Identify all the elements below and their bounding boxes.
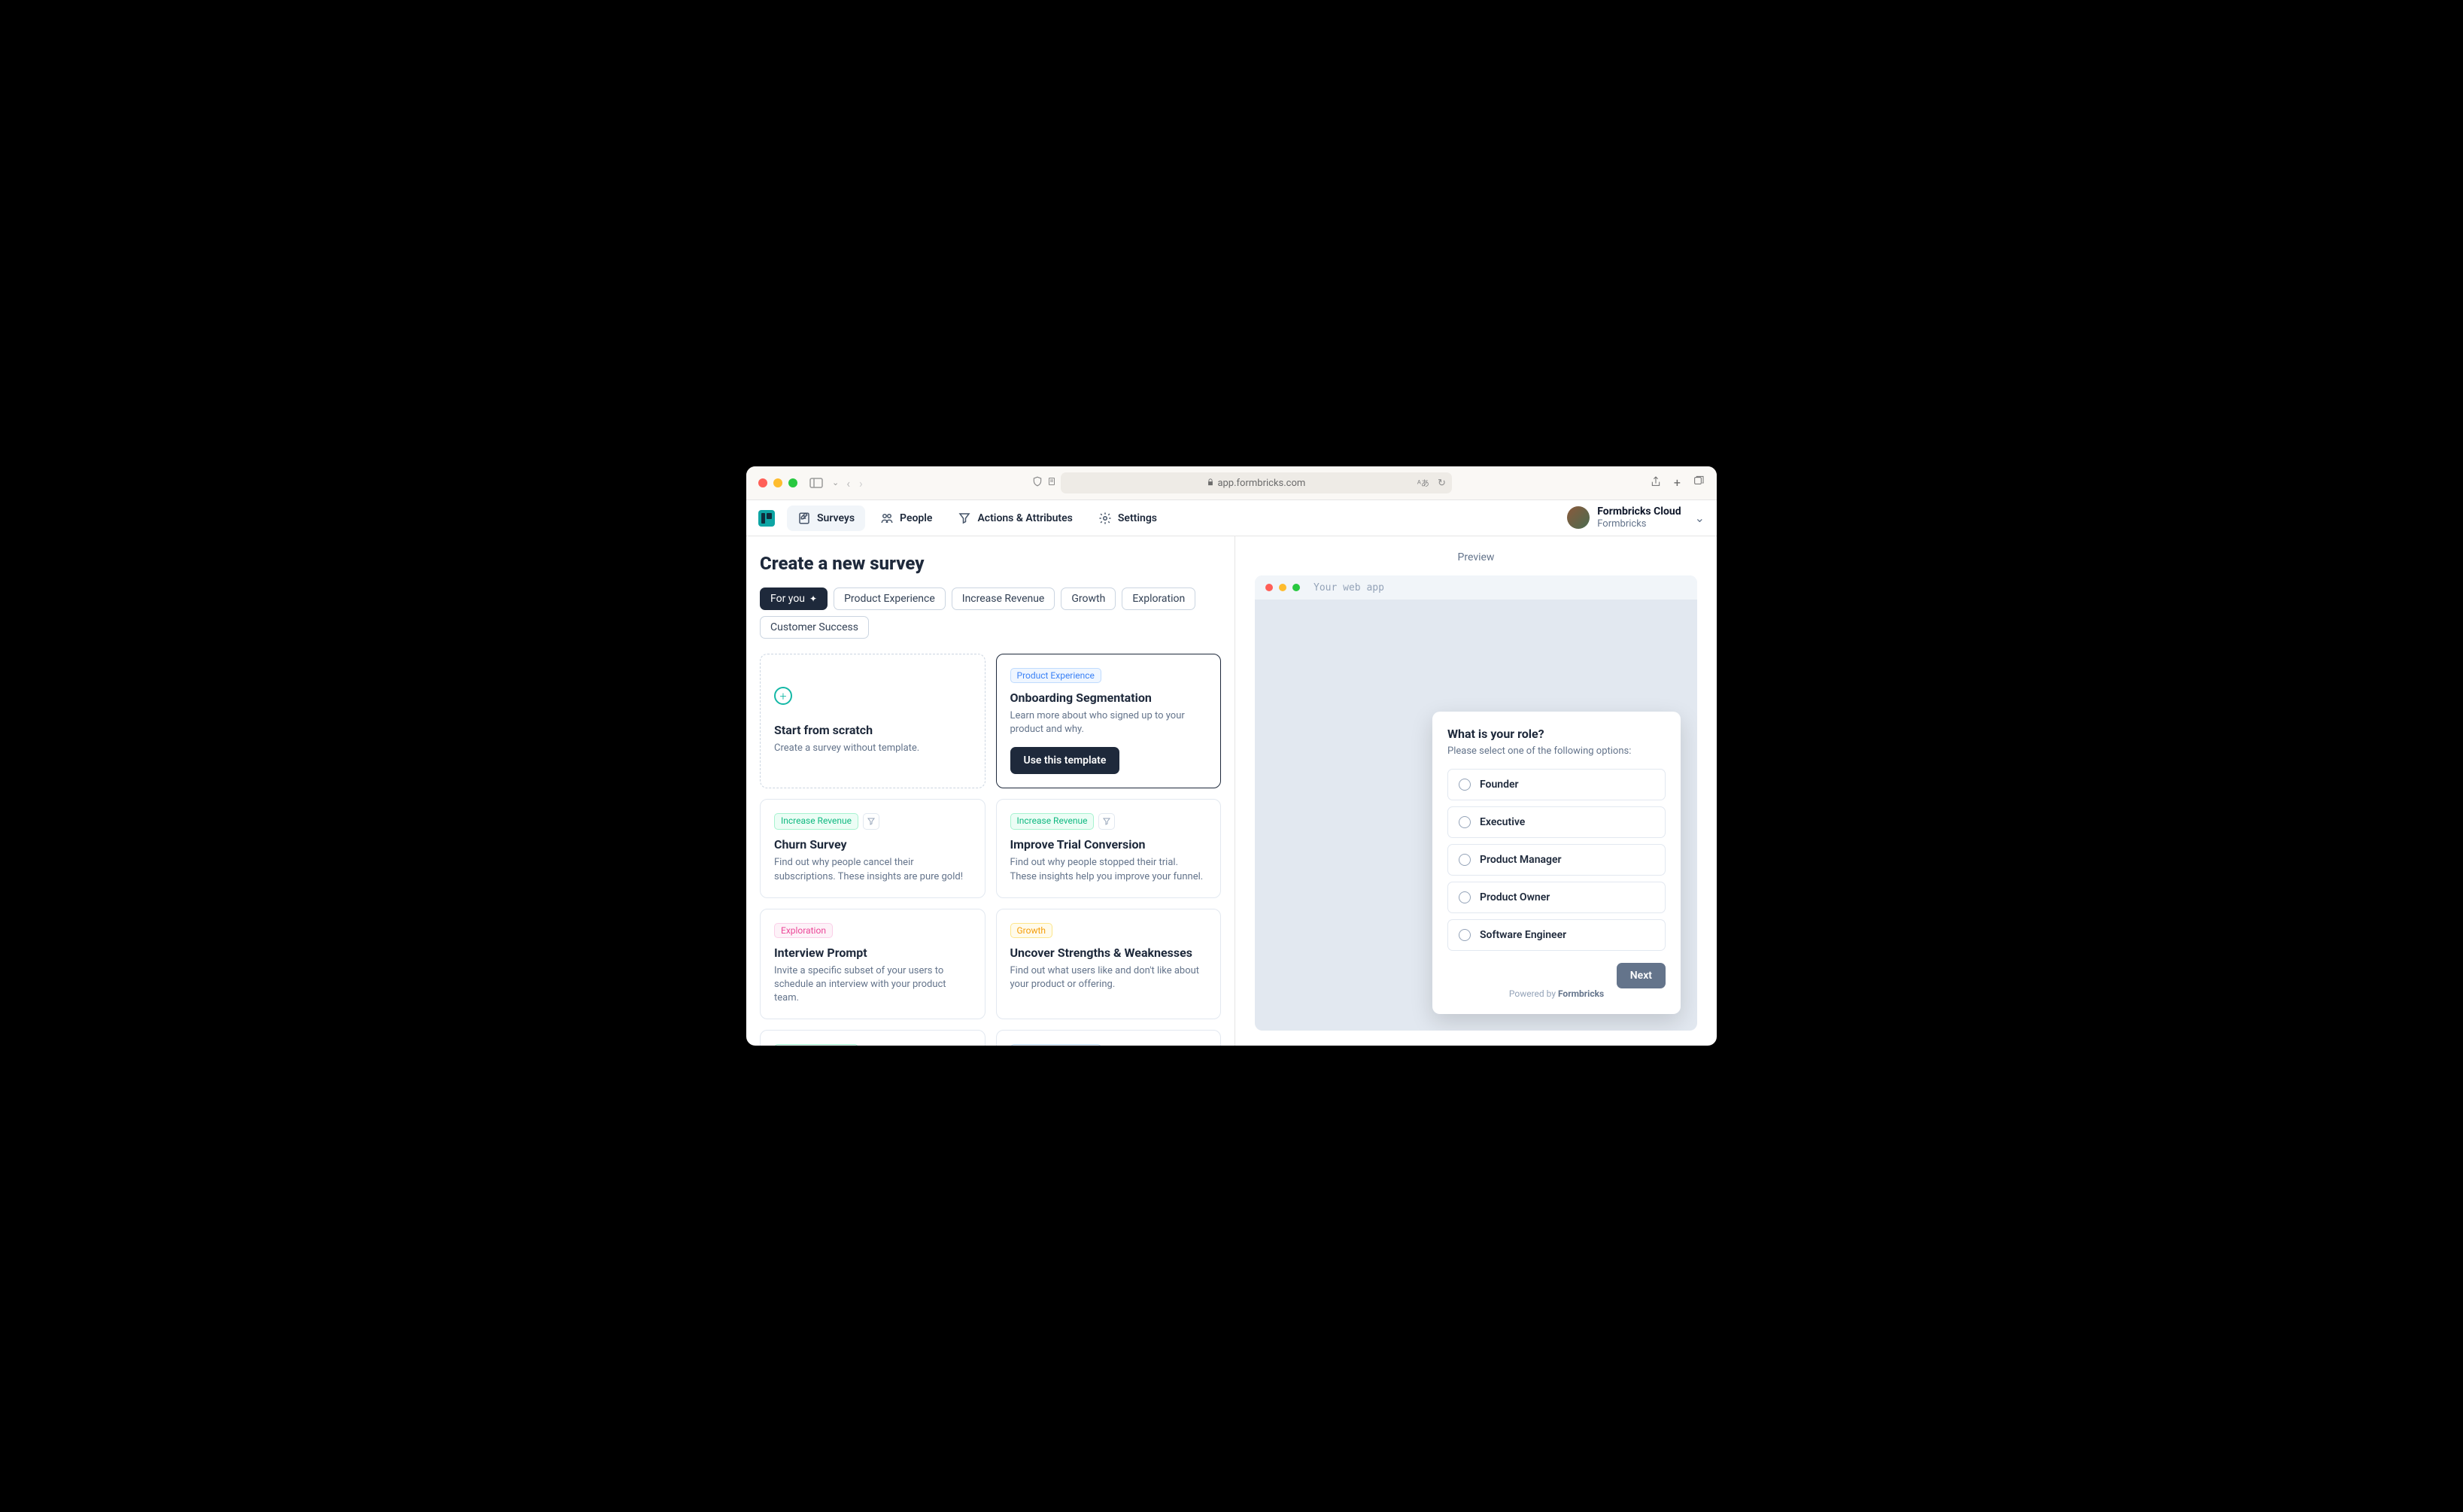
- powered-by: Powered by Formbricks: [1447, 988, 1666, 999]
- start-from-scratch-card[interactable]: +Start from scratchCreate a survey witho…: [760, 654, 986, 788]
- preview-min-dot: [1279, 584, 1286, 591]
- funnel-icon: [1098, 813, 1115, 830]
- browser-window: ⌄ ‹ › app.formbricks.com ᴬあ ↻ +: [746, 466, 1717, 1046]
- share-icon[interactable]: [1650, 475, 1662, 490]
- category-tag: Increase Revenue: [774, 1044, 858, 1046]
- reader-icon[interactable]: [1047, 476, 1056, 490]
- preview-titlebar: Your web app: [1255, 575, 1697, 600]
- radio-icon: [1459, 891, 1471, 903]
- preview-label: Preview: [1255, 551, 1697, 563]
- shield-icon[interactable]: [1032, 476, 1043, 490]
- filter-customer-success[interactable]: Customer Success: [760, 616, 869, 639]
- radio-icon: [1459, 779, 1471, 791]
- nav-people[interactable]: People: [870, 506, 943, 531]
- option-product-owner[interactable]: Product Owner: [1447, 882, 1666, 913]
- funnel-icon: [863, 813, 879, 830]
- option-executive[interactable]: Executive: [1447, 806, 1666, 838]
- template-card-improve-trial-conversion[interactable]: Increase RevenueImprove Trial Conversion…: [996, 799, 1222, 897]
- nav-actions[interactable]: Actions & Attributes: [947, 506, 1083, 531]
- survey-icon: [797, 512, 811, 525]
- refresh-icon[interactable]: ᴬあ: [1417, 477, 1429, 489]
- option-founder[interactable]: Founder: [1447, 769, 1666, 800]
- nav-surveys[interactable]: Surveys: [787, 506, 865, 531]
- user-subtitle: Formbricks: [1597, 518, 1681, 530]
- close-dot[interactable]: [758, 478, 767, 487]
- browser-titlebar: ⌄ ‹ › app.formbricks.com ᴬあ ↻ +: [746, 466, 1717, 500]
- template-card-interview-prompt[interactable]: ExplorationInterview PromptInvite a spec…: [760, 909, 986, 1020]
- url-text: app.formbricks.com: [1217, 478, 1305, 489]
- minimize-dot[interactable]: [773, 478, 782, 487]
- gear-icon: [1098, 512, 1112, 525]
- preview-close-dot: [1265, 584, 1273, 591]
- survey-widget: What is your role? Please select one of …: [1432, 712, 1681, 1014]
- radio-icon: [1459, 854, 1471, 866]
- page-title: Create a new survey: [760, 553, 1221, 574]
- lock-icon: [1207, 478, 1214, 489]
- sidebar-toggle[interactable]: ⌄: [809, 478, 839, 488]
- option-software-engineer[interactable]: Software Engineer: [1447, 919, 1666, 951]
- forward-button: ›: [859, 476, 863, 490]
- new-tab-icon[interactable]: +: [1674, 475, 1681, 490]
- category-tag: Product Experience: [1010, 1044, 1101, 1046]
- category-tag: Exploration: [774, 923, 833, 938]
- template-card-uncover-strengths-&-weaknesses[interactable]: GrowthUncover Strengths & WeaknessesFind…: [996, 909, 1222, 1020]
- next-button[interactable]: Next: [1617, 963, 1666, 988]
- nav-settings[interactable]: Settings: [1088, 506, 1168, 531]
- option-product-manager[interactable]: Product Manager: [1447, 844, 1666, 876]
- filter-for-you[interactable]: For you✦: [760, 587, 828, 610]
- template-card-onboarding-segmentation[interactable]: Product ExperienceOnboarding Segmentatio…: [996, 654, 1222, 788]
- preview-max-dot: [1292, 584, 1300, 591]
- use-template-button[interactable]: Use this template: [1010, 747, 1120, 774]
- user-title: Formbricks Cloud: [1597, 506, 1681, 518]
- filter-icon: [958, 512, 971, 525]
- app-navbar: Surveys People Actions & Attributes Sett…: [746, 500, 1717, 536]
- tabs-icon[interactable]: [1693, 475, 1705, 490]
- templates-panel: Create a new survey For you✦ Product Expe…: [746, 536, 1235, 1046]
- filter-growth[interactable]: Growth: [1061, 587, 1116, 610]
- address-bar[interactable]: app.formbricks.com ᴬあ ↻: [1061, 472, 1452, 493]
- avatar: [1567, 506, 1590, 529]
- people-icon: [880, 512, 894, 525]
- preview-frame: Your web app What is your role? Please s…: [1255, 575, 1697, 1031]
- category-tag: Increase Revenue: [1010, 813, 1095, 830]
- category-tag: Growth: [1010, 923, 1053, 938]
- category-tag: Product Experience: [1010, 668, 1101, 683]
- category-tag: Increase Revenue: [774, 813, 858, 830]
- plus-icon: +: [774, 687, 792, 705]
- chevron-down-icon: ⌄: [1695, 511, 1705, 525]
- reload-icon[interactable]: ↻: [1438, 478, 1446, 489]
- preview-app-title: Your web app: [1313, 582, 1384, 594]
- user-menu[interactable]: Formbricks Cloud Formbricks ⌄: [1567, 506, 1705, 530]
- formbricks-logo[interactable]: [758, 510, 775, 527]
- template-card-changing-subscription-experience[interactable]: Increase RevenueChanging subscription ex…: [760, 1030, 986, 1046]
- filter-increase-revenue[interactable]: Increase Revenue: [952, 587, 1055, 610]
- survey-question: What is your role?: [1447, 727, 1666, 741]
- filter-exploration[interactable]: Exploration: [1122, 587, 1195, 610]
- window-controls: [758, 478, 797, 487]
- template-card-churn-survey[interactable]: Increase RevenueChurn SurveyFind out why…: [760, 799, 986, 897]
- filter-product-experience[interactable]: Product Experience: [834, 587, 946, 610]
- survey-subtitle: Please select one of the following optio…: [1447, 745, 1666, 757]
- preview-panel: Preview Your web app What is your role? …: [1235, 536, 1717, 1046]
- template-card-identify-customer-goals[interactable]: Product ExperienceIdentify Customer Goal…: [996, 1030, 1222, 1046]
- radio-icon: [1459, 816, 1471, 828]
- back-button[interactable]: ‹: [846, 476, 850, 490]
- radio-icon: [1459, 929, 1471, 941]
- filter-bar: For you✦ Product Experience Increase Reven…: [760, 587, 1221, 639]
- maximize-dot[interactable]: [788, 478, 797, 487]
